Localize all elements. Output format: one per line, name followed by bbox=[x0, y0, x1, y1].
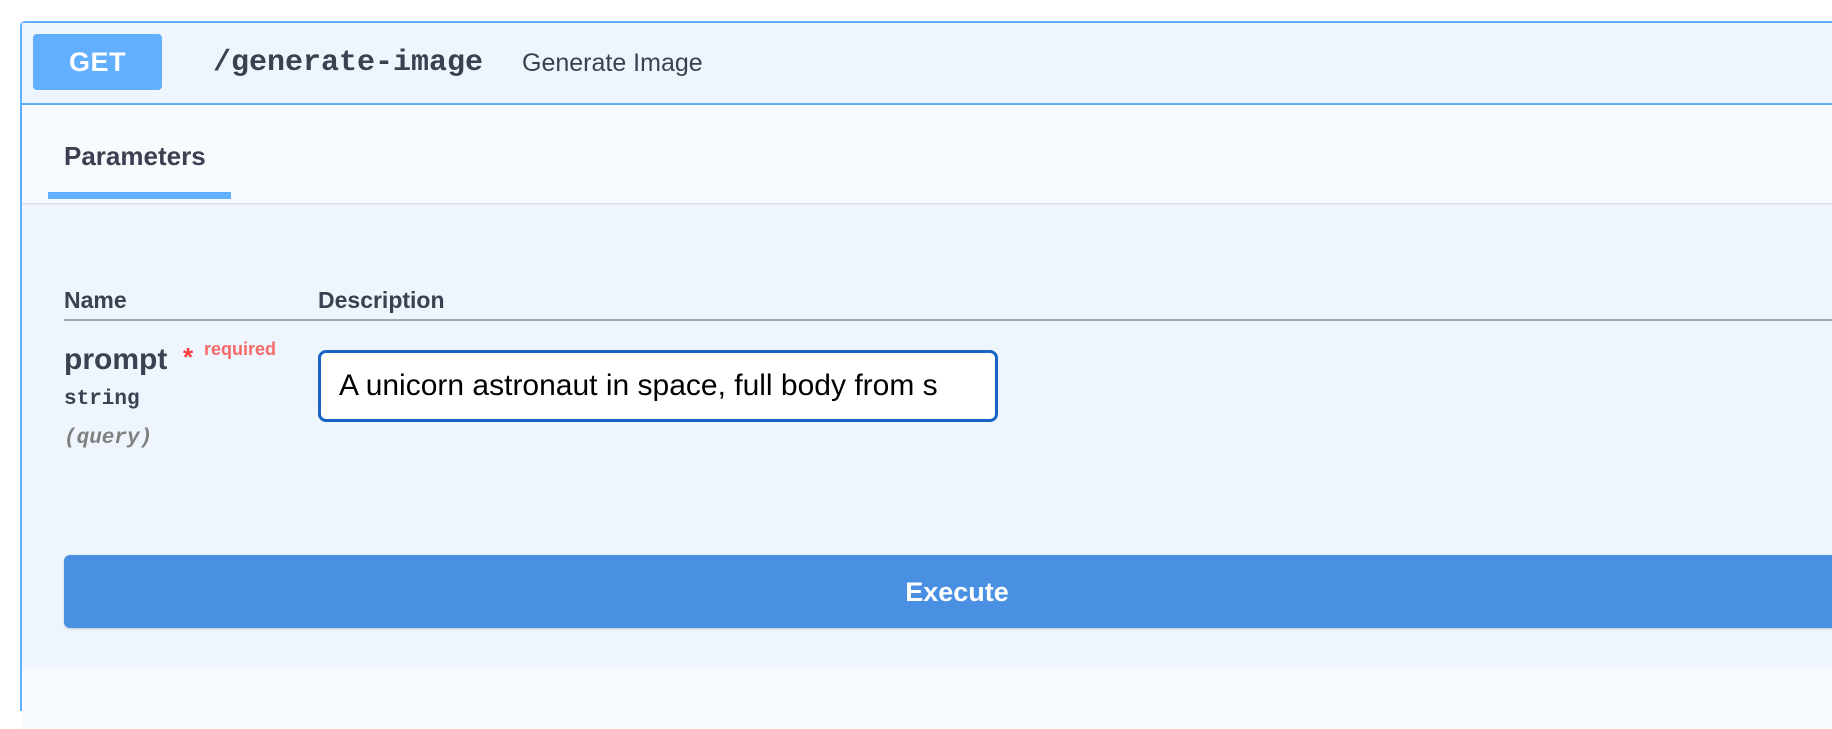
operation-description: Generate Image bbox=[522, 49, 703, 77]
operation-summary[interactable]: GET /generate-image Generate Image bbox=[22, 23, 1832, 105]
parameter-location: (query) bbox=[64, 427, 153, 450]
endpoint-path[interactable]: /generate-image bbox=[213, 43, 483, 83]
column-header-name: Name bbox=[64, 287, 127, 313]
required-asterisk: * bbox=[183, 342, 194, 372]
table-header-divider bbox=[64, 319, 1832, 321]
parameter-type: string bbox=[64, 388, 140, 411]
parameter-name: prompt bbox=[64, 343, 168, 376]
execute-button[interactable]: Execute bbox=[64, 555, 1832, 628]
responses-area bbox=[22, 669, 1832, 729]
parameters-section-header: Parameters bbox=[22, 105, 1832, 203]
column-header-description: Description bbox=[318, 287, 445, 313]
operation-block: GET /generate-image Generate Image Param… bbox=[20, 21, 1832, 729]
active-tab-indicator bbox=[48, 192, 231, 199]
required-label: required bbox=[204, 339, 277, 359]
tab-parameters[interactable]: Parameters bbox=[48, 105, 231, 203]
prompt-input[interactable] bbox=[318, 350, 998, 422]
tab-label: Parameters bbox=[64, 141, 206, 171]
http-method-badge[interactable]: GET bbox=[33, 34, 162, 90]
